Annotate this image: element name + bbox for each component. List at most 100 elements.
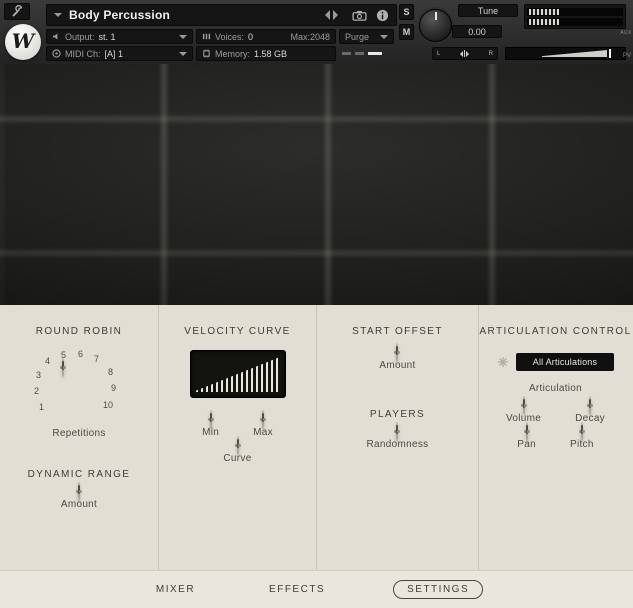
repetition-mark-8: 8	[108, 367, 114, 377]
solo-button[interactable]: S	[399, 4, 414, 20]
midi-icon	[52, 49, 61, 58]
repetition-mark-6: 6	[78, 349, 84, 359]
solo-button-label: S	[403, 7, 410, 17]
pan-pitch-row: Pan Pitch	[517, 422, 594, 450]
velocity-curve-group: Curve	[223, 436, 251, 464]
velocity-max-group: Max	[253, 410, 273, 438]
pan-right-label: R	[488, 50, 493, 57]
instrument-title: Body Percussion	[69, 8, 171, 22]
velocity-max-knob[interactable]	[262, 410, 264, 429]
midi-dropdown-caret-icon[interactable]	[179, 51, 187, 60]
memory-icon	[203, 49, 210, 58]
mute-button-label: M	[402, 27, 411, 37]
articulation-pitch-group: Pitch	[570, 422, 594, 450]
voices-row: Voices: 0 Max:2048	[196, 29, 336, 44]
tab-settings[interactable]: SETTINGS	[393, 580, 484, 599]
repetitions-knob-area: 1 2 3 4 5 6 7 8 9 10	[19, 349, 139, 424]
repetitions-label: Repetitions	[52, 428, 106, 439]
volume-ramp-icon	[541, 50, 608, 57]
velocity-curve-knob[interactable]	[236, 436, 239, 455]
artwork-vignette	[0, 64, 633, 305]
articulation-dropdown[interactable]: All Articulations	[516, 353, 614, 371]
velocity-ramp-graph	[195, 357, 280, 392]
tune-label: Tune	[477, 5, 499, 16]
tune-knob[interactable]	[419, 9, 452, 42]
output-dropdown-caret-icon[interactable]	[179, 34, 187, 43]
repetition-mark-7: 7	[94, 354, 100, 364]
repetitions-knob[interactable]	[62, 358, 64, 377]
articulation-control-title: ARTICULATION CONTROL	[479, 326, 632, 337]
next-instrument-icon[interactable]	[333, 10, 343, 20]
aux-label: AUX	[620, 30, 632, 36]
repetition-mark-9: 9	[111, 383, 117, 393]
mute-button[interactable]: M	[399, 24, 414, 40]
snapshot-camera-icon[interactable]	[352, 10, 367, 21]
players-title: PLAYERS	[369, 409, 426, 420]
kontakt-instrument-window: W Body Percussion Output: st. 1 MIDI Ch:…	[0, 0, 633, 608]
articulation-label: Articulation	[528, 383, 583, 394]
articulation-pitch-knob[interactable]	[580, 422, 583, 441]
purge-label: Purge	[345, 31, 370, 42]
start-offset-title: START OFFSET	[352, 326, 443, 337]
instrument-title-bar: Body Percussion	[46, 4, 397, 26]
pan-slider[interactable]: L R	[432, 47, 498, 60]
round-robin-section: ROUND ROBIN 1 2 3 4 5 6 7 8 9 10 Repetit…	[0, 305, 159, 570]
velocity-curve-section: VELOCITY CURVE Min Max Curve	[159, 305, 317, 570]
tune-label-box: Tune	[458, 4, 518, 17]
instrument-header: W Body Percussion Output: st. 1 MIDI Ch:…	[0, 0, 633, 64]
articulation-volume-group: Volume	[506, 396, 541, 424]
repetition-mark-10: 10	[103, 400, 114, 410]
tune-value-box[interactable]: 0.00	[452, 25, 502, 38]
tab-effects[interactable]: EFFECTS	[263, 580, 331, 599]
midi-label: MIDI Ch:	[65, 48, 101, 59]
pv-label: PV	[622, 53, 631, 59]
volume-fader[interactable]	[505, 47, 626, 60]
round-robin-title: ROUND ROBIN	[35, 326, 123, 337]
articulation-selector-row: All Articulations	[497, 353, 614, 371]
instrument-dropdown-caret-icon[interactable]	[54, 13, 62, 21]
bottom-tab-bar: MIXER EFFECTS SETTINGS	[0, 570, 633, 608]
max-voices: Max:2048	[290, 31, 330, 42]
dynamic-range-title: DYNAMIC RANGE	[27, 469, 131, 480]
previous-instrument-icon[interactable]	[320, 10, 330, 20]
info-icon[interactable]	[376, 9, 389, 22]
purge-status-meter	[342, 52, 382, 55]
output-row[interactable]: Output: st. 1	[46, 29, 193, 44]
velocity-min-group: Min	[202, 410, 219, 438]
articulation-link-icon[interactable]	[497, 356, 509, 368]
volume-decay-row: Volume Decay	[506, 396, 605, 424]
repetition-mark-2: 2	[34, 386, 40, 396]
volume-fader-handle[interactable]	[608, 49, 611, 58]
articulation-decay-group: Decay	[575, 396, 605, 424]
start-offset-section: START OFFSET Amount PLAYERS Randomness	[317, 305, 479, 570]
logo-letter: W	[11, 29, 35, 53]
velocity-curve-display	[189, 350, 286, 398]
repetition-mark-1: 1	[39, 402, 45, 412]
start-offset-amount-group: Amount	[379, 343, 415, 371]
players-randomness-label: Randomness	[366, 439, 429, 450]
voices-icon	[202, 33, 211, 40]
level-meter-right	[527, 17, 623, 26]
tune-value: 0.00	[468, 26, 486, 37]
memory-row: Memory: 1.58 GB	[196, 46, 336, 61]
output-label: Output:	[65, 31, 95, 42]
repetition-mark-4: 4	[45, 356, 51, 366]
dynamic-range-amount-group: Amount	[61, 482, 97, 510]
tab-mixer[interactable]: MIXER	[150, 580, 201, 599]
settings-panel: ROUND ROBIN 1 2 3 4 5 6 7 8 9 10 Repetit…	[0, 305, 633, 570]
dynamic-range-amount-knob[interactable]	[77, 482, 80, 501]
purge-caret-icon	[380, 34, 388, 43]
edit-wrench-button[interactable]	[4, 3, 30, 20]
articulation-volume-knob[interactable]	[522, 396, 525, 415]
articulation-pan-knob[interactable]	[525, 422, 528, 441]
midi-value: [A] 1	[104, 48, 124, 59]
instrument-artwork	[0, 64, 633, 305]
memory-value: 1.58 GB	[254, 48, 288, 59]
wrench-icon	[11, 5, 22, 17]
output-value: st. 1	[98, 31, 116, 42]
level-meter	[524, 4, 626, 29]
midi-row[interactable]: MIDI Ch: [A] 1	[46, 46, 193, 61]
purge-dropdown[interactable]: Purge	[339, 29, 394, 44]
velocity-curve-title: VELOCITY CURVE	[184, 326, 291, 337]
velocity-min-knob[interactable]	[209, 410, 212, 429]
